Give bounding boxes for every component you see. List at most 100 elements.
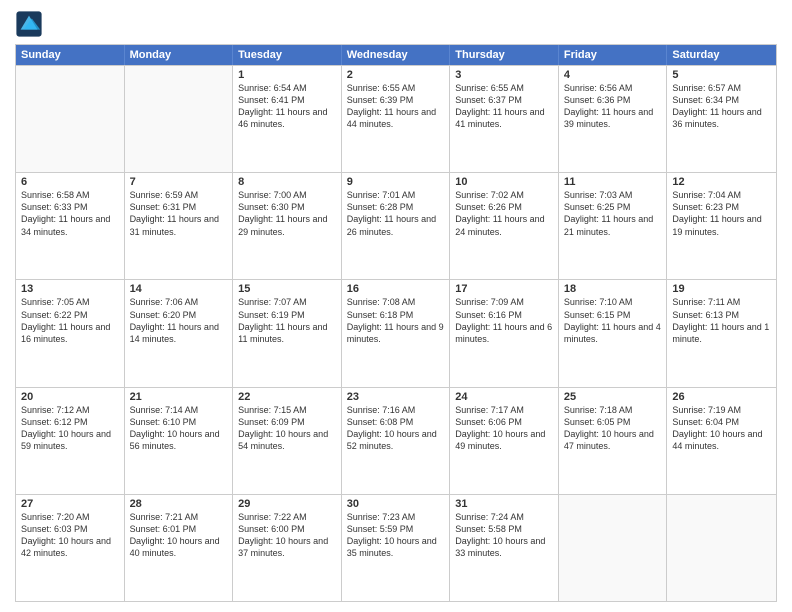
day-number: 29 xyxy=(238,498,336,510)
calendar-cell: 7Sunrise: 6:59 AM Sunset: 6:31 PM Daylig… xyxy=(125,173,234,279)
calendar-cell: 8Sunrise: 7:00 AM Sunset: 6:30 PM Daylig… xyxy=(233,173,342,279)
calendar-cell: 1Sunrise: 6:54 AM Sunset: 6:41 PM Daylig… xyxy=(233,66,342,172)
day-info: Sunrise: 6:55 AM Sunset: 6:37 PM Dayligh… xyxy=(455,82,553,131)
day-info: Sunrise: 7:01 AM Sunset: 6:28 PM Dayligh… xyxy=(347,189,445,238)
day-of-week-friday: Friday xyxy=(559,45,668,65)
day-info: Sunrise: 6:54 AM Sunset: 6:41 PM Dayligh… xyxy=(238,82,336,131)
day-number: 14 xyxy=(130,283,228,295)
day-info: Sunrise: 6:56 AM Sunset: 6:36 PM Dayligh… xyxy=(564,82,662,131)
calendar-row-1: 1Sunrise: 6:54 AM Sunset: 6:41 PM Daylig… xyxy=(16,65,776,172)
day-number: 3 xyxy=(455,69,553,81)
calendar-cell: 28Sunrise: 7:21 AM Sunset: 6:01 PM Dayli… xyxy=(125,495,234,601)
day-info: Sunrise: 7:15 AM Sunset: 6:09 PM Dayligh… xyxy=(238,404,336,453)
day-number: 19 xyxy=(672,283,771,295)
calendar-cell xyxy=(667,495,776,601)
calendar-cell: 24Sunrise: 7:17 AM Sunset: 6:06 PM Dayli… xyxy=(450,388,559,494)
day-info: Sunrise: 7:02 AM Sunset: 6:26 PM Dayligh… xyxy=(455,189,553,238)
day-info: Sunrise: 6:57 AM Sunset: 6:34 PM Dayligh… xyxy=(672,82,771,131)
day-info: Sunrise: 6:58 AM Sunset: 6:33 PM Dayligh… xyxy=(21,189,119,238)
day-info: Sunrise: 7:24 AM Sunset: 5:58 PM Dayligh… xyxy=(455,511,553,560)
calendar-cell: 25Sunrise: 7:18 AM Sunset: 6:05 PM Dayli… xyxy=(559,388,668,494)
day-info: Sunrise: 7:07 AM Sunset: 6:19 PM Dayligh… xyxy=(238,296,336,345)
day-number: 18 xyxy=(564,283,662,295)
calendar-cell: 12Sunrise: 7:04 AM Sunset: 6:23 PM Dayli… xyxy=(667,173,776,279)
day-info: Sunrise: 7:08 AM Sunset: 6:18 PM Dayligh… xyxy=(347,296,445,345)
calendar-cell: 20Sunrise: 7:12 AM Sunset: 6:12 PM Dayli… xyxy=(16,388,125,494)
calendar-cell: 18Sunrise: 7:10 AM Sunset: 6:15 PM Dayli… xyxy=(559,280,668,386)
day-info: Sunrise: 7:18 AM Sunset: 6:05 PM Dayligh… xyxy=(564,404,662,453)
day-of-week-sunday: Sunday xyxy=(16,45,125,65)
day-number: 8 xyxy=(238,176,336,188)
day-number: 11 xyxy=(564,176,662,188)
day-info: Sunrise: 7:05 AM Sunset: 6:22 PM Dayligh… xyxy=(21,296,119,345)
calendar-cell: 5Sunrise: 6:57 AM Sunset: 6:34 PM Daylig… xyxy=(667,66,776,172)
day-of-week-monday: Monday xyxy=(125,45,234,65)
day-of-week-saturday: Saturday xyxy=(667,45,776,65)
day-number: 2 xyxy=(347,69,445,81)
day-number: 9 xyxy=(347,176,445,188)
logo-icon xyxy=(15,10,43,38)
day-number: 10 xyxy=(455,176,553,188)
calendar-cell: 13Sunrise: 7:05 AM Sunset: 6:22 PM Dayli… xyxy=(16,280,125,386)
day-number: 4 xyxy=(564,69,662,81)
calendar-cell: 9Sunrise: 7:01 AM Sunset: 6:28 PM Daylig… xyxy=(342,173,451,279)
calendar: SundayMondayTuesdayWednesdayThursdayFrid… xyxy=(15,44,777,602)
calendar-cell xyxy=(559,495,668,601)
calendar-cell: 17Sunrise: 7:09 AM Sunset: 6:16 PM Dayli… xyxy=(450,280,559,386)
calendar-cell: 2Sunrise: 6:55 AM Sunset: 6:39 PM Daylig… xyxy=(342,66,451,172)
calendar-cell: 16Sunrise: 7:08 AM Sunset: 6:18 PM Dayli… xyxy=(342,280,451,386)
day-number: 20 xyxy=(21,391,119,403)
day-of-week-thursday: Thursday xyxy=(450,45,559,65)
calendar-cell: 10Sunrise: 7:02 AM Sunset: 6:26 PM Dayli… xyxy=(450,173,559,279)
day-number: 23 xyxy=(347,391,445,403)
day-info: Sunrise: 6:55 AM Sunset: 6:39 PM Dayligh… xyxy=(347,82,445,131)
day-number: 17 xyxy=(455,283,553,295)
calendar-cell: 6Sunrise: 6:58 AM Sunset: 6:33 PM Daylig… xyxy=(16,173,125,279)
day-info: Sunrise: 7:00 AM Sunset: 6:30 PM Dayligh… xyxy=(238,189,336,238)
calendar-cell: 22Sunrise: 7:15 AM Sunset: 6:09 PM Dayli… xyxy=(233,388,342,494)
calendar-row-4: 20Sunrise: 7:12 AM Sunset: 6:12 PM Dayli… xyxy=(16,387,776,494)
calendar-body: 1Sunrise: 6:54 AM Sunset: 6:41 PM Daylig… xyxy=(16,65,776,601)
day-number: 1 xyxy=(238,69,336,81)
calendar-cell: 23Sunrise: 7:16 AM Sunset: 6:08 PM Dayli… xyxy=(342,388,451,494)
calendar-cell: 31Sunrise: 7:24 AM Sunset: 5:58 PM Dayli… xyxy=(450,495,559,601)
calendar-cell: 14Sunrise: 7:06 AM Sunset: 6:20 PM Dayli… xyxy=(125,280,234,386)
day-info: Sunrise: 7:04 AM Sunset: 6:23 PM Dayligh… xyxy=(672,189,771,238)
day-number: 28 xyxy=(130,498,228,510)
logo xyxy=(15,10,46,38)
day-number: 6 xyxy=(21,176,119,188)
day-number: 5 xyxy=(672,69,771,81)
calendar-cell: 27Sunrise: 7:20 AM Sunset: 6:03 PM Dayli… xyxy=(16,495,125,601)
calendar-cell: 29Sunrise: 7:22 AM Sunset: 6:00 PM Dayli… xyxy=(233,495,342,601)
day-number: 31 xyxy=(455,498,553,510)
calendar-cell xyxy=(16,66,125,172)
day-number: 27 xyxy=(21,498,119,510)
day-info: Sunrise: 7:12 AM Sunset: 6:12 PM Dayligh… xyxy=(21,404,119,453)
day-number: 21 xyxy=(130,391,228,403)
header xyxy=(15,10,777,38)
calendar-cell: 3Sunrise: 6:55 AM Sunset: 6:37 PM Daylig… xyxy=(450,66,559,172)
day-number: 30 xyxy=(347,498,445,510)
day-number: 26 xyxy=(672,391,771,403)
calendar-cell: 11Sunrise: 7:03 AM Sunset: 6:25 PM Dayli… xyxy=(559,173,668,279)
day-info: Sunrise: 6:59 AM Sunset: 6:31 PM Dayligh… xyxy=(130,189,228,238)
day-info: Sunrise: 7:23 AM Sunset: 5:59 PM Dayligh… xyxy=(347,511,445,560)
day-info: Sunrise: 7:03 AM Sunset: 6:25 PM Dayligh… xyxy=(564,189,662,238)
day-info: Sunrise: 7:16 AM Sunset: 6:08 PM Dayligh… xyxy=(347,404,445,453)
page: SundayMondayTuesdayWednesdayThursdayFrid… xyxy=(0,0,792,612)
day-of-week-tuesday: Tuesday xyxy=(233,45,342,65)
day-of-week-wednesday: Wednesday xyxy=(342,45,451,65)
day-info: Sunrise: 7:20 AM Sunset: 6:03 PM Dayligh… xyxy=(21,511,119,560)
day-number: 25 xyxy=(564,391,662,403)
day-number: 7 xyxy=(130,176,228,188)
day-info: Sunrise: 7:21 AM Sunset: 6:01 PM Dayligh… xyxy=(130,511,228,560)
day-info: Sunrise: 7:09 AM Sunset: 6:16 PM Dayligh… xyxy=(455,296,553,345)
calendar-cell: 19Sunrise: 7:11 AM Sunset: 6:13 PM Dayli… xyxy=(667,280,776,386)
day-info: Sunrise: 7:11 AM Sunset: 6:13 PM Dayligh… xyxy=(672,296,771,345)
calendar-cell: 21Sunrise: 7:14 AM Sunset: 6:10 PM Dayli… xyxy=(125,388,234,494)
calendar-row-3: 13Sunrise: 7:05 AM Sunset: 6:22 PM Dayli… xyxy=(16,279,776,386)
calendar-cell xyxy=(125,66,234,172)
calendar-cell: 15Sunrise: 7:07 AM Sunset: 6:19 PM Dayli… xyxy=(233,280,342,386)
day-number: 24 xyxy=(455,391,553,403)
day-info: Sunrise: 7:22 AM Sunset: 6:00 PM Dayligh… xyxy=(238,511,336,560)
